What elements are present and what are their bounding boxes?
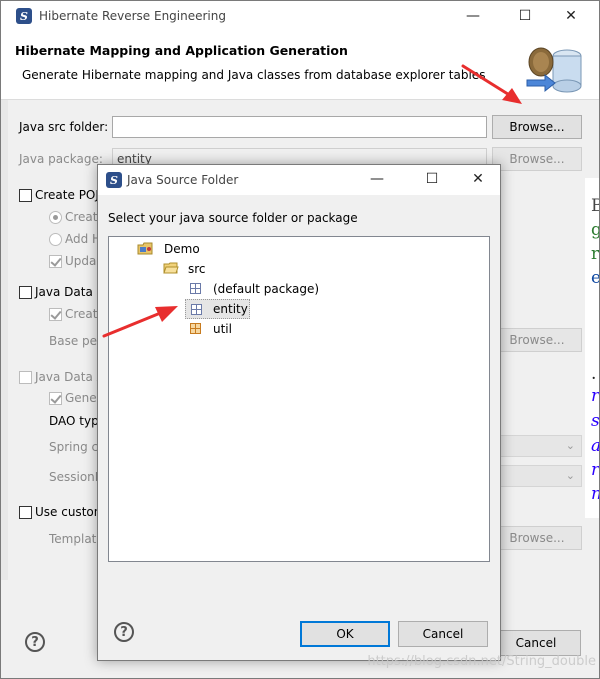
window-title: Hibernate Reverse Engineering xyxy=(39,9,226,23)
create-data-label: Creat xyxy=(65,307,98,321)
close-button[interactable]: ✕ xyxy=(561,8,581,24)
source-folder-tree[interactable]: Demo src (default package) entity util xyxy=(108,236,490,562)
minimize-button[interactable]: — xyxy=(463,8,483,24)
template-label: Templat xyxy=(49,532,97,546)
spring-config-select[interactable]: ⌄ xyxy=(487,435,582,457)
java-project-icon xyxy=(137,242,153,255)
java-package-label: Java package: xyxy=(19,152,103,166)
hibernate-app-icon: S xyxy=(16,8,32,24)
update-checkbox[interactable] xyxy=(49,255,62,268)
create-radio-label: Creat xyxy=(65,210,98,224)
watermark: https://blog.csdn.net/String_double xyxy=(367,654,596,669)
generate-checkbox[interactable] xyxy=(49,392,62,405)
browse-base-button[interactable]: Browse... xyxy=(492,328,582,352)
package-icon xyxy=(190,283,201,294)
dialog-cancel-button[interactable]: Cancel xyxy=(398,621,488,647)
chevron-down-icon: ⌄ xyxy=(565,439,575,452)
update-label: Upda xyxy=(65,254,97,268)
main-titlebar[interactable]: S Hibernate Reverse Engineering — ☐ ✕ xyxy=(1,1,599,32)
create-pojo-label: Create POJ xyxy=(35,188,99,202)
hibernate-app-icon: S xyxy=(106,172,122,188)
create-pojo-checkbox[interactable] xyxy=(19,189,32,202)
maximize-button[interactable]: ☐ xyxy=(515,8,535,24)
dialog-minimize-button[interactable]: — xyxy=(367,171,387,187)
base-persistent-label: Base pe xyxy=(49,334,98,348)
dialog-maximize-button[interactable]: ☐ xyxy=(422,171,442,187)
tree-item-entity[interactable]: entity xyxy=(185,299,250,319)
editor-fragment: a xyxy=(591,436,599,456)
background-panel-edge xyxy=(1,100,8,580)
source-folder-icon xyxy=(163,262,179,274)
java-data-object-label: Java Data O xyxy=(35,285,107,299)
database-banner-icon xyxy=(526,47,582,93)
tree-item-util[interactable]: util xyxy=(185,319,285,339)
dialog-title: Java Source Folder xyxy=(127,173,239,187)
editor-fragment: s xyxy=(591,411,600,431)
add-radio-label: Add H xyxy=(65,232,102,246)
browse-src-button[interactable]: Browse... xyxy=(492,115,582,139)
tree-item-src[interactable]: src xyxy=(159,259,309,279)
use-custom-templates-checkbox[interactable] xyxy=(19,506,32,519)
tree-item-label: util xyxy=(213,322,232,336)
editor-fragment: g xyxy=(591,220,599,240)
browse-template-button[interactable]: Browse... xyxy=(492,526,582,550)
main-cancel-button[interactable]: Cancel xyxy=(491,630,581,656)
tree-item-demo[interactable]: Demo xyxy=(119,239,269,259)
java-data-object-checkbox[interactable] xyxy=(19,286,32,299)
spring-config-label: Spring c xyxy=(49,440,99,454)
wizard-header: Hibernate Mapping and Application Genera… xyxy=(1,32,599,100)
dialog-titlebar[interactable]: S Java Source Folder — ☐ ✕ xyxy=(98,165,500,195)
editor-fragment: n xyxy=(591,484,599,504)
tree-item-default-package[interactable]: (default package) xyxy=(185,279,345,299)
chevron-down-icon: ⌄ xyxy=(565,469,575,482)
java-data-access-checkbox[interactable] xyxy=(19,371,32,384)
editor-fragment: e xyxy=(591,268,599,288)
add-radio[interactable] xyxy=(49,233,62,246)
dialog-help-icon[interactable]: ? xyxy=(114,622,134,642)
java-src-folder-input[interactable] xyxy=(112,116,487,138)
java-data-access-label: Java Data A xyxy=(35,370,105,384)
dialog-prompt: Select your java source folder or packag… xyxy=(108,211,358,225)
tree-item-label: (default package) xyxy=(213,282,320,296)
dialog-close-button[interactable]: ✕ xyxy=(468,171,488,187)
tree-item-label: src xyxy=(188,262,206,276)
session-factory-select[interactable]: ⌄ xyxy=(487,465,582,487)
java-source-folder-dialog: S Java Source Folder — ☐ ✕ Select your j… xyxy=(97,164,501,661)
ok-button[interactable]: OK xyxy=(300,621,390,647)
package-icon xyxy=(190,323,201,334)
wizard-title: Hibernate Mapping and Application Genera… xyxy=(15,43,348,58)
tree-item-label: entity xyxy=(213,302,248,316)
background-editor-strip: B g r e . r s a r n xyxy=(585,178,600,518)
editor-fragment: r xyxy=(591,386,600,406)
package-icon xyxy=(191,304,202,315)
java-src-folder-label: Java src folder: xyxy=(19,120,109,134)
editor-fragment: . xyxy=(591,364,597,384)
editor-fragment: r xyxy=(591,244,600,264)
tree-item-label: Demo xyxy=(164,242,200,256)
create-radio[interactable] xyxy=(49,211,62,224)
wizard-description: Generate Hibernate mapping and Java clas… xyxy=(22,68,486,82)
editor-fragment: r xyxy=(591,460,600,480)
editor-fragment: B xyxy=(591,196,599,216)
browse-package-button[interactable]: Browse... xyxy=(492,147,582,171)
use-custom-templates-label: Use custon xyxy=(35,505,102,519)
dao-type-label: DAO typ xyxy=(49,414,99,428)
help-icon[interactable]: ? xyxy=(25,632,45,652)
session-factory-label: SessionF xyxy=(49,470,102,484)
create-data-checkbox[interactable] xyxy=(49,308,62,321)
